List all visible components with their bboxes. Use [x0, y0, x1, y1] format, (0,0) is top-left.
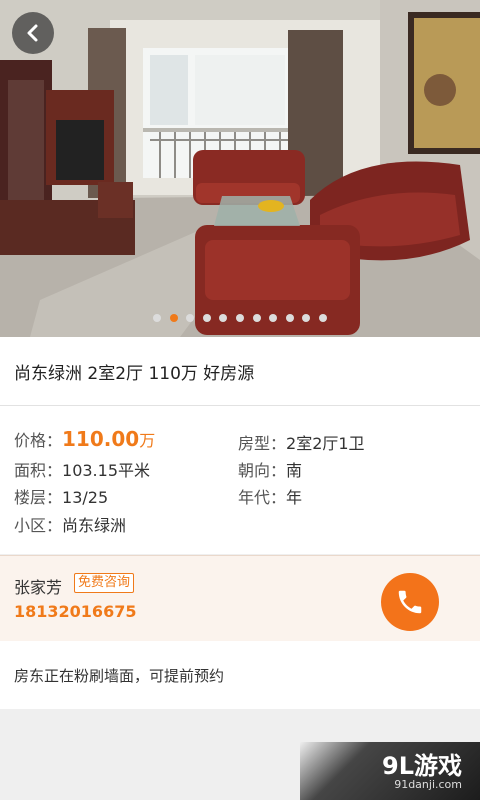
pager-dot[interactable] [285, 314, 294, 322]
orientation-row: 朝向：南 [238, 457, 302, 481]
price-unit: 万 [139, 431, 156, 450]
floor-row: 楼层：13/25 [14, 484, 108, 508]
pager-dot[interactable] [302, 314, 311, 322]
community-label: 小区： [14, 516, 63, 535]
pager-dot[interactable] [219, 314, 228, 322]
photo-pager[interactable] [0, 314, 480, 322]
orientation-label: 朝向： [238, 461, 287, 480]
year-row: 年代：年 [238, 484, 302, 508]
room-photo [0, 0, 480, 337]
description-section: 房东正在粉刷墙面，可提前预约 [0, 641, 480, 709]
photo-gallery[interactable] [0, 0, 480, 337]
price-value: 110.00 [62, 427, 140, 451]
layout-row: 房型：2室2厅1卫 [238, 430, 365, 454]
layout-label: 房型： [238, 434, 287, 453]
price-row: 价格：110.00万 [14, 427, 155, 451]
agent-section: 张家芳 免费咨询 18132016675 [0, 555, 480, 642]
pager-dot[interactable] [318, 314, 327, 322]
back-button[interactable] [12, 12, 54, 54]
free-consult-badge[interactable]: 免费咨询 [74, 573, 135, 593]
price-label: 价格： [14, 431, 63, 450]
year-label: 年代： [238, 488, 287, 507]
area-row: 面积：103.15平米 [14, 457, 150, 481]
listing-description: 房东正在粉刷墙面，可提前预约 [14, 667, 225, 685]
community-value: 尚东绿洲 [62, 516, 127, 535]
pager-dot-active[interactable] [169, 314, 178, 322]
pager-dot[interactable] [202, 314, 211, 322]
agent-phone[interactable]: 18132016675 [14, 602, 136, 621]
agent-name: 张家芳 [14, 578, 63, 597]
floor-value: 13/25 [62, 488, 109, 507]
orientation-value: 南 [286, 461, 303, 480]
listing-title: 尚东绿洲 2室2厅 110万 好房源 [14, 364, 255, 384]
listing-details: 价格：110.00万 房型：2室2厅1卫 面积：103.15平米 朝向：南 楼层… [0, 406, 480, 554]
pager-dot[interactable] [236, 314, 244, 322]
back-arrow-icon [27, 24, 38, 42]
area-label: 面积： [14, 461, 63, 480]
watermark-url: 91danji.com [394, 778, 462, 791]
watermark-logo-text: 9L游戏 [382, 752, 462, 780]
community-row: 小区：尚东绿洲 [14, 512, 126, 536]
call-button[interactable] [381, 573, 439, 631]
listing-title-section: 尚东绿洲 2室2厅 110万 好房源 [0, 337, 480, 406]
area-value: 103.15平米 [62, 461, 151, 480]
layout-value: 2室2厅1卫 [286, 434, 365, 453]
pager-dot[interactable] [252, 314, 261, 322]
pager-dot[interactable] [186, 314, 195, 322]
site-watermark: 9L游戏 91danji.com [300, 742, 480, 800]
phone-icon [398, 590, 422, 614]
floor-label: 楼层： [14, 488, 63, 507]
pager-dot[interactable] [153, 314, 162, 322]
pager-dot[interactable] [269, 314, 278, 322]
year-value: 年 [286, 488, 303, 507]
